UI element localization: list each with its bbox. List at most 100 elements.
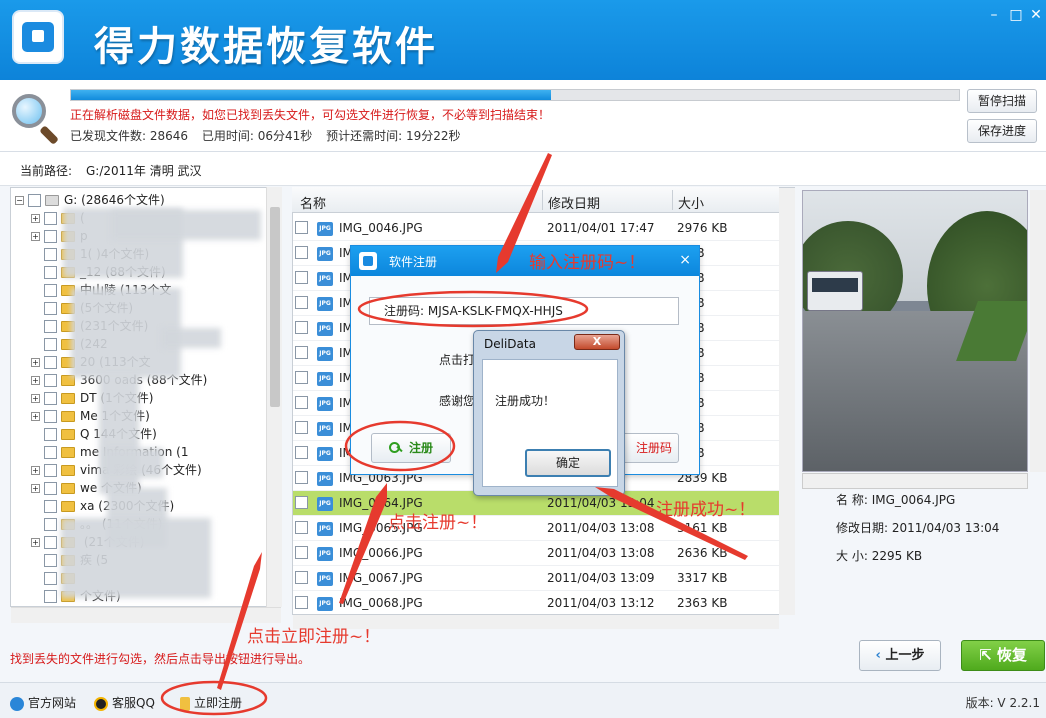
- expand-icon[interactable]: +: [31, 214, 40, 223]
- checkbox[interactable]: [295, 221, 308, 234]
- annotation-click-register: 点击注册~！: [388, 513, 488, 533]
- annotation-click-register-now: 点击立即注册~！: [247, 627, 381, 647]
- pause-scan-button[interactable]: 暂停扫描: [967, 89, 1037, 113]
- key-icon: [180, 696, 190, 711]
- column-size[interactable]: 大小: [678, 193, 704, 212]
- checkbox[interactable]: [44, 518, 57, 531]
- checkbox[interactable]: [295, 271, 308, 284]
- export-icon: ⇱: [979, 646, 997, 664]
- jpg-file-icon: JPG: [317, 222, 333, 236]
- ie-icon: [10, 696, 24, 711]
- register-dialog-title: 软件注册: [389, 255, 438, 269]
- checkbox[interactable]: [44, 428, 57, 441]
- checkbox[interactable]: [295, 446, 308, 459]
- checkbox[interactable]: [44, 536, 57, 549]
- folder-icon: [61, 483, 75, 494]
- column-date[interactable]: 修改日期: [548, 193, 600, 212]
- checkbox[interactable]: [295, 571, 308, 584]
- register-dialog-close-button[interactable]: ×: [679, 252, 691, 268]
- ok-button[interactable]: 确定: [525, 449, 611, 477]
- collapse-icon[interactable]: −: [15, 196, 24, 205]
- checkbox[interactable]: [44, 590, 57, 603]
- file-name: IMG_0068.JPG: [339, 596, 423, 610]
- file-row[interactable]: JPG IMG_0067.JPG 2011/04/03 13:09 3317 KB: [293, 566, 779, 591]
- checkbox[interactable]: [295, 246, 308, 259]
- expand-icon[interactable]: +: [31, 394, 40, 403]
- checkbox[interactable]: [44, 410, 57, 423]
- file-size: 2363 KB: [677, 596, 728, 610]
- checkbox[interactable]: [295, 396, 308, 409]
- image-preview: [802, 190, 1028, 472]
- expand-icon[interactable]: +: [31, 412, 40, 421]
- checkbox[interactable]: [295, 546, 308, 559]
- recover-button[interactable]: ⇱ 恢复: [961, 640, 1045, 671]
- registration-code-field[interactable]: 注册码: MJSA-KSLK-FMQX-HHJS: [369, 297, 679, 325]
- checkbox[interactable]: [44, 446, 57, 459]
- save-progress-button[interactable]: 保存进度: [967, 119, 1037, 143]
- official-website-link[interactable]: 官方网站: [10, 694, 76, 711]
- file-name: IMG_0066.JPG: [339, 546, 423, 560]
- checkbox[interactable]: [44, 554, 57, 567]
- file-row[interactable]: JPG IMG_0068.JPG 2011/04/03 13:12 2363 KB: [293, 591, 779, 616]
- expand-icon[interactable]: +: [31, 466, 40, 475]
- checkbox[interactable]: [44, 284, 57, 297]
- register-button[interactable]: 注册: [371, 433, 451, 463]
- checkbox[interactable]: [295, 496, 308, 509]
- preview-name-label: 名 称:: [836, 493, 868, 507]
- tree-vertical-scrollbar[interactable]: [266, 187, 282, 607]
- preview-name: 名 称: IMG_0064.JPG: [836, 491, 955, 508]
- preview-horizontal-scrollbar[interactable]: [802, 473, 1028, 489]
- customer-qq-link[interactable]: 客服QQ: [94, 694, 155, 711]
- checkbox[interactable]: [44, 482, 57, 495]
- checkbox[interactable]: [44, 464, 57, 477]
- version-label: 版本: V 2.2.1: [965, 696, 1040, 710]
- checkbox[interactable]: [44, 500, 57, 513]
- checkbox[interactable]: [295, 346, 308, 359]
- checkbox[interactable]: [44, 320, 57, 333]
- checkbox[interactable]: [295, 321, 308, 334]
- official-website-label: 官方网站: [28, 696, 77, 710]
- maximize-button[interactable]: □: [1006, 6, 1026, 24]
- checkbox[interactable]: [44, 230, 57, 243]
- message-box-close-button[interactable]: X: [574, 334, 620, 350]
- folder-icon: [61, 465, 75, 476]
- tree-horizontal-scrollbar[interactable]: [11, 607, 281, 623]
- checkbox[interactable]: [44, 248, 57, 261]
- column-name[interactable]: 名称: [300, 193, 326, 212]
- expand-icon[interactable]: +: [31, 376, 40, 385]
- checkbox[interactable]: [44, 392, 57, 405]
- expand-icon[interactable]: +: [31, 538, 40, 547]
- register-now-link[interactable]: 立即注册: [180, 694, 242, 711]
- jpg-file-icon: JPG: [317, 297, 333, 311]
- close-button[interactable]: ✕: [1026, 6, 1046, 24]
- file-list-vertical-scrollbar[interactable]: [779, 188, 795, 615]
- checkbox[interactable]: [295, 596, 308, 609]
- preview-vertical-scrollbar[interactable]: [1030, 190, 1046, 472]
- checkbox[interactable]: [44, 356, 57, 369]
- expand-icon[interactable]: +: [31, 484, 40, 493]
- checkbox[interactable]: [44, 266, 57, 279]
- minimize-button[interactable]: –: [984, 6, 1004, 24]
- expand-icon[interactable]: +: [31, 358, 40, 367]
- checkbox[interactable]: [44, 212, 57, 225]
- folder-icon: [61, 447, 75, 458]
- scan-progress-bar: [70, 89, 960, 101]
- expand-icon[interactable]: +: [31, 232, 40, 241]
- checkbox[interactable]: [295, 471, 308, 484]
- checkbox[interactable]: [44, 302, 57, 315]
- file-row[interactable]: JPG IMG_0066.JPG 2011/04/03 13:08 2636 KB: [293, 541, 779, 566]
- preview-date-value: 2011/04/03 13:04: [891, 521, 1000, 535]
- buy-code-button[interactable]: 注册码: [619, 433, 679, 463]
- prev-step-button[interactable]: ‹ 上一步: [859, 640, 941, 671]
- checkbox[interactable]: [44, 572, 57, 585]
- checkbox[interactable]: [295, 421, 308, 434]
- checkbox[interactable]: [295, 296, 308, 309]
- checkbox[interactable]: [44, 374, 57, 387]
- checkbox[interactable]: [44, 338, 57, 351]
- checkbox[interactable]: [295, 521, 308, 534]
- checkbox[interactable]: [295, 371, 308, 384]
- folder-tree[interactable]: −G: (28646个文件) +(+p1( )4个文件)_12 (88个文件)中…: [10, 187, 282, 607]
- checkbox[interactable]: [28, 194, 41, 207]
- file-row[interactable]: JPG IMG_0046.JPG 2011/04/01 17:47 2976 KB: [293, 216, 779, 241]
- tree-root[interactable]: − G: (28646个文件): [15, 191, 165, 209]
